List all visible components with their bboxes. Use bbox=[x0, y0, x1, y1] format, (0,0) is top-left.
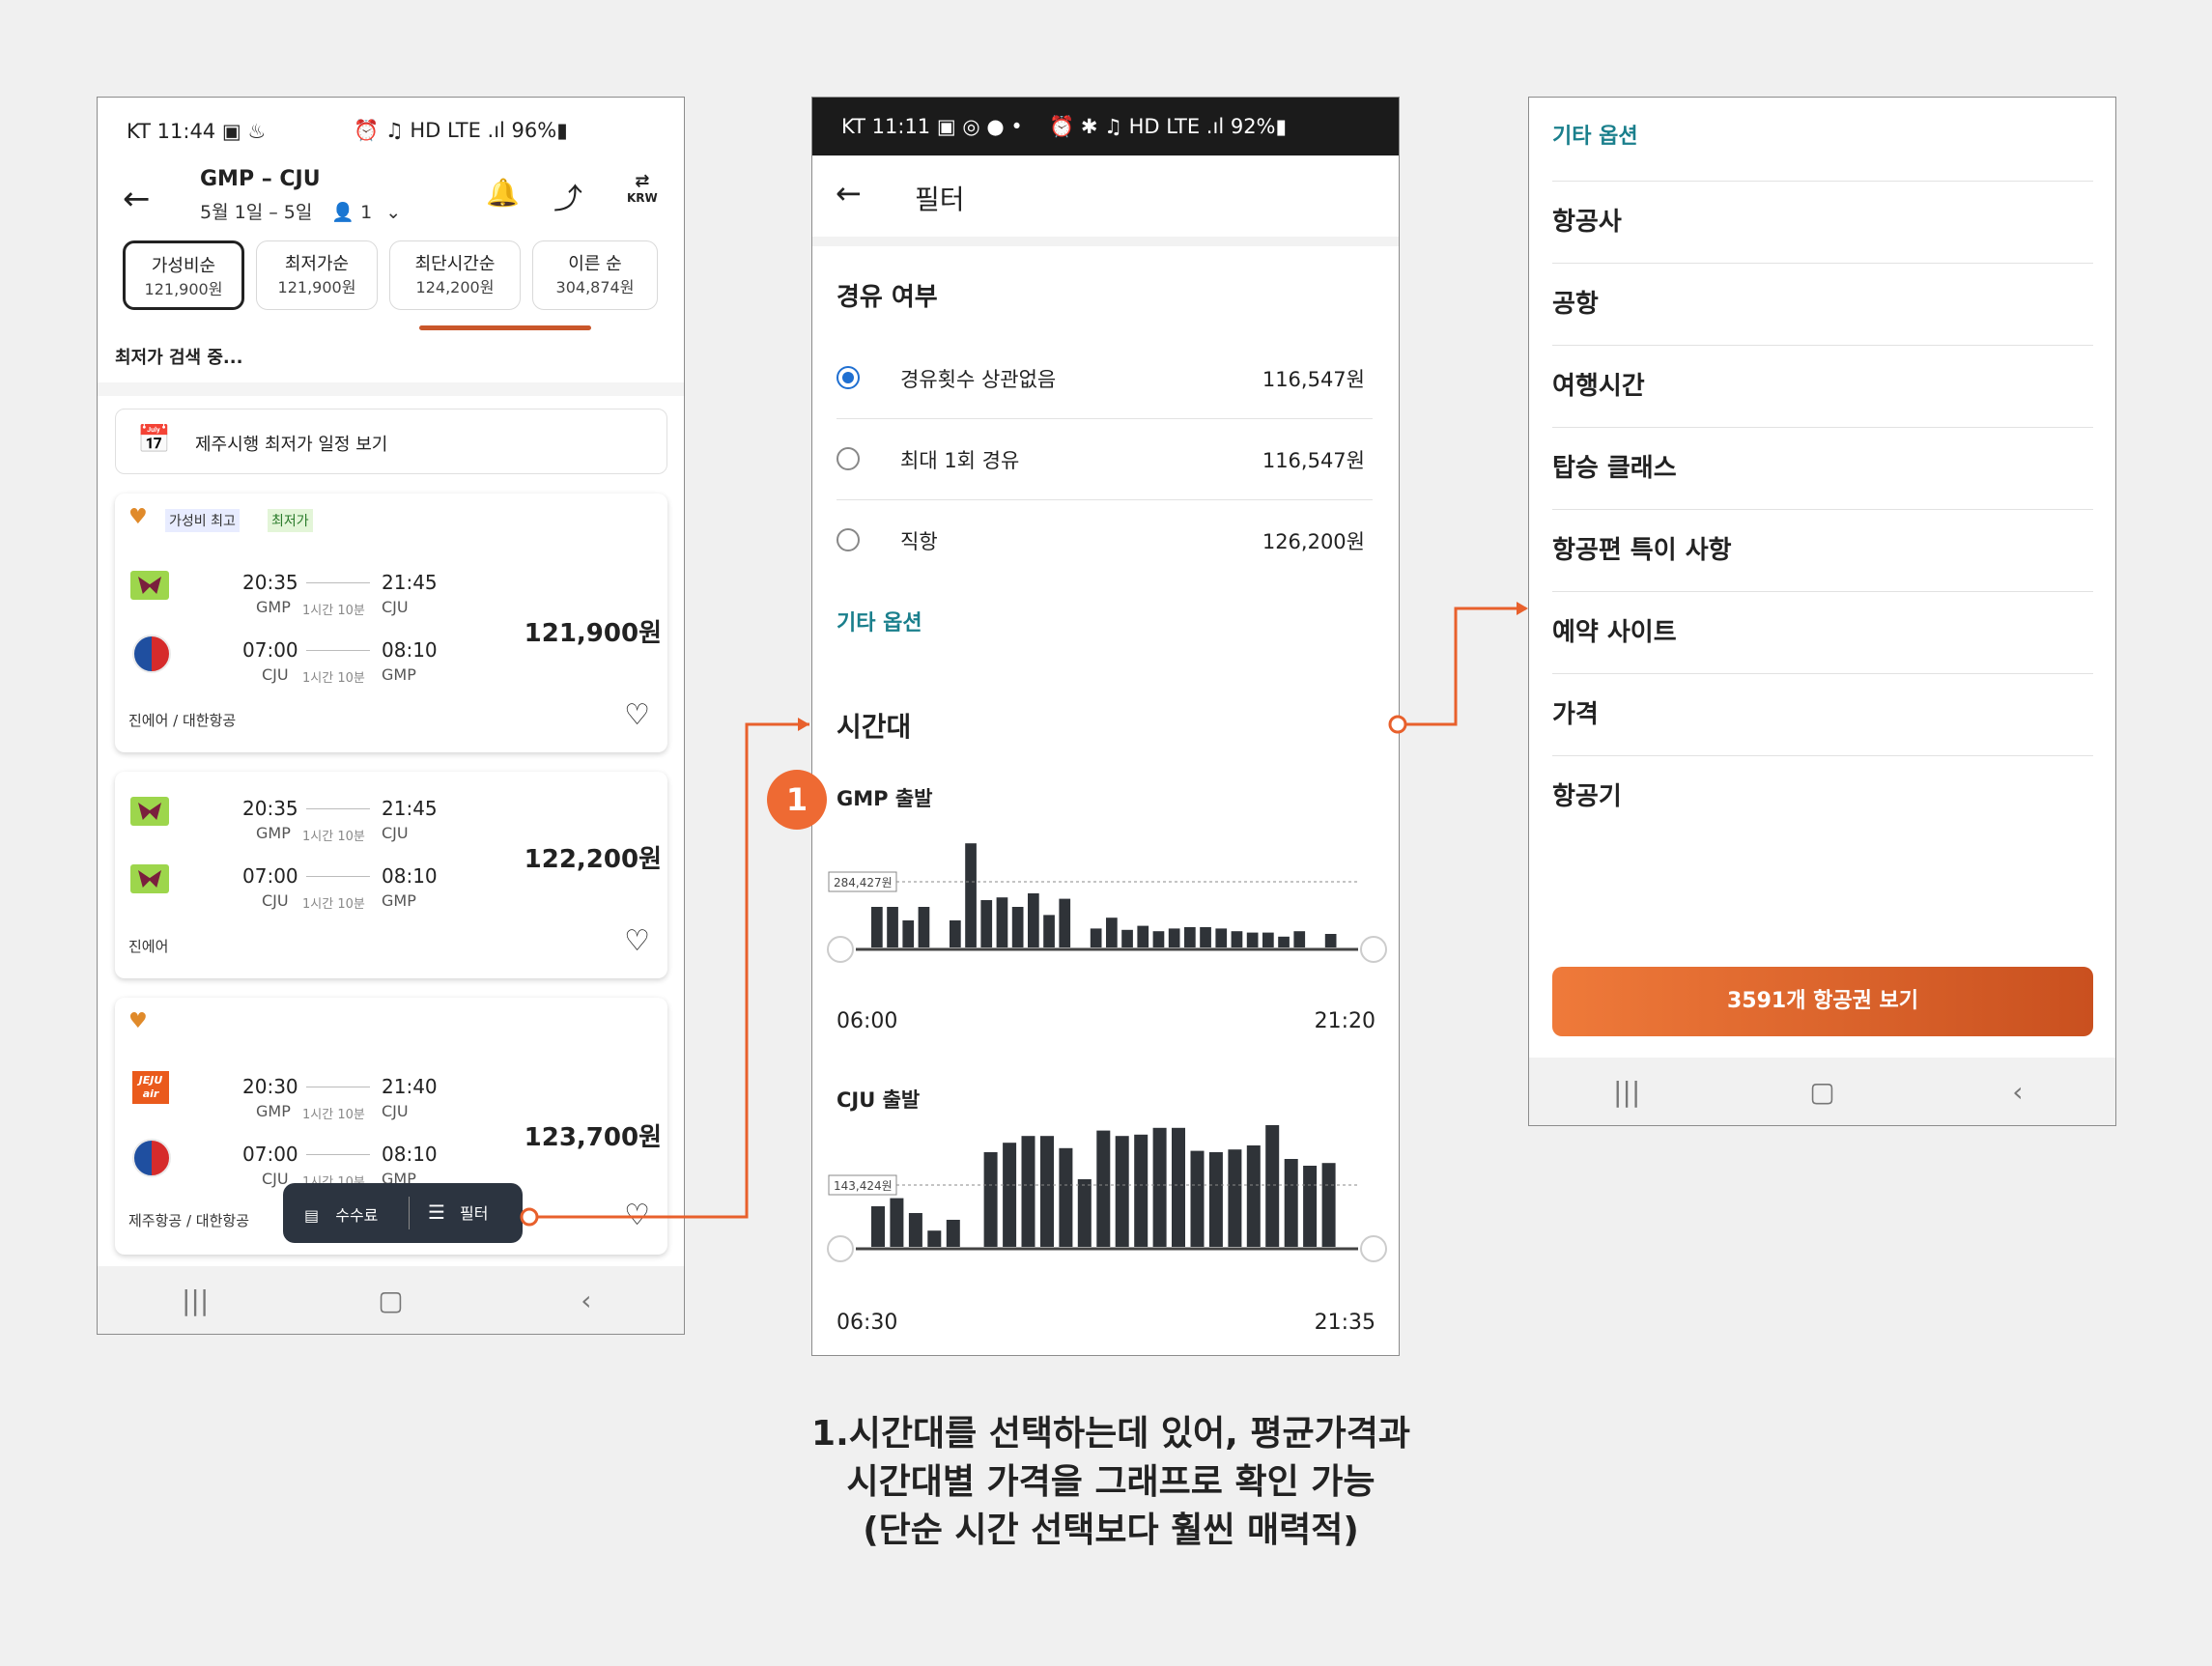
annotation-line: 1.시간대를 선택하는데 있어, 평균가격과 bbox=[811, 1414, 1410, 1454]
annotation-line: (단순 시간 선택보다 훨씬 매력적) bbox=[863, 1511, 1359, 1550]
annotation-text: 1.시간대를 선택하는데 있어, 평균가격과 시간대별 가격을 그래프로 확인 … bbox=[773, 1410, 1449, 1555]
annotation-badge: 1 bbox=[767, 770, 827, 830]
arrowhead bbox=[1517, 602, 1528, 615]
connector-time-to-options bbox=[1398, 607, 1526, 726]
arrowhead bbox=[798, 718, 809, 731]
connector-dot bbox=[1388, 715, 1407, 734]
annotation-line: 시간대별 가격을 그래프로 확인 가능 bbox=[846, 1462, 1375, 1502]
connector-dot bbox=[520, 1207, 539, 1227]
